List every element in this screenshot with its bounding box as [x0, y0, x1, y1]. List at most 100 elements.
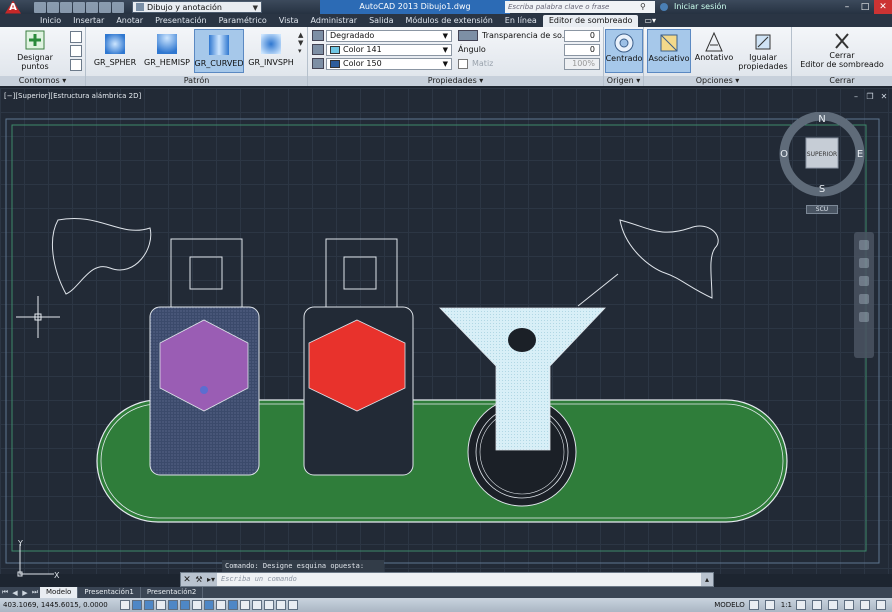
tab-modulos[interactable]: Módulos de extensión — [399, 15, 498, 27]
next-tab-icon[interactable]: ▶ — [20, 589, 30, 597]
pattern-gr-invsph[interactable]: GR_INVSPH — [246, 29, 296, 73]
osnap-icon[interactable] — [180, 600, 190, 610]
prev-tab-icon[interactable]: ◀ — [10, 589, 20, 597]
pattern-gr-curved[interactable]: GR_CURVED — [194, 29, 244, 73]
tab-parametrico[interactable]: Paramétrico — [213, 15, 273, 27]
annotative-button[interactable]: Anotativo — [694, 29, 734, 73]
tint-input[interactable]: 100% — [564, 58, 600, 70]
orbit-icon[interactable] — [859, 294, 869, 304]
transparency-icon[interactable] — [458, 30, 478, 41]
steering-wheel-icon[interactable] — [859, 240, 869, 250]
pattern-gr-hemisp[interactable]: GR_HEMISP — [142, 29, 192, 73]
tab-inicio[interactable]: Inicio — [34, 15, 67, 27]
drawing-canvas[interactable] — [0, 88, 892, 574]
tab-presentacion1[interactable]: Presentación1 — [78, 587, 141, 598]
chevron-down-icon: ▼ — [442, 32, 448, 40]
annotation-visibility-icon[interactable] — [796, 600, 806, 610]
quick-view-drawings-icon[interactable] — [764, 600, 775, 610]
otrack-icon[interactable] — [204, 600, 214, 610]
panel-label-contornos[interactable]: Contornos ▾ — [0, 76, 85, 86]
isolate-objects-icon[interactable] — [860, 600, 870, 610]
annotation-monitor-icon[interactable] — [288, 600, 298, 610]
application-menu-button[interactable]: A — [0, 0, 26, 14]
tab-modelo[interactable]: Modelo — [40, 587, 79, 598]
tab-en-linea[interactable]: En línea — [499, 15, 543, 27]
tab-insertar[interactable]: Insertar — [67, 15, 110, 27]
clean-screen-icon[interactable] — [876, 600, 886, 610]
angle-input[interactable]: 0 — [564, 44, 600, 56]
wcs-menu-button[interactable]: SCU — [806, 205, 838, 214]
open-icon[interactable] — [47, 1, 59, 13]
customize-wrench-icon[interactable]: ⚒ — [193, 575, 205, 584]
viewcube[interactable]: SUPERIOR N S O E — [778, 112, 866, 200]
polar-icon[interactable] — [168, 600, 178, 610]
tint-checkbox[interactable] — [458, 59, 468, 69]
coordinates-readout[interactable]: 403.1069, 1445.6015, 0.0000 — [0, 601, 120, 609]
select-boundary-icon[interactable] — [70, 31, 82, 43]
zoom-icon[interactable] — [859, 276, 869, 286]
search-icon[interactable]: ⚲ — [640, 2, 646, 11]
command-input[interactable]: Escriba un comando — [217, 573, 701, 586]
transparency-toggle-icon[interactable] — [252, 600, 262, 610]
minimize-icon[interactable]: – — [838, 0, 856, 14]
color2-dropdown[interactable]: Color 150 ▼ — [326, 58, 452, 70]
hemisphere-swatch-icon — [157, 34, 177, 54]
snap-icon[interactable] — [132, 600, 142, 610]
model-space-toggle[interactable]: MODELO — [714, 601, 745, 609]
pattern-gr-spher[interactable]: GR_SPHER — [90, 29, 140, 73]
quick-properties-icon[interactable] — [264, 600, 274, 610]
selection-cycling-icon[interactable] — [276, 600, 286, 610]
pan-icon[interactable] — [859, 258, 869, 268]
tab-editor-sombreado[interactable]: Editor de sombreado — [542, 15, 639, 27]
panel-label-propiedades[interactable]: Propiedades ▾ — [308, 76, 603, 86]
new-icon[interactable] — [34, 1, 46, 13]
tab-vista[interactable]: Vista — [273, 15, 305, 27]
recreate-boundary-icon[interactable] — [70, 59, 82, 71]
save-icon[interactable] — [60, 1, 72, 13]
panel-label-opciones[interactable]: Opciones ▾ — [644, 76, 791, 86]
close-command-icon[interactable]: ✕ — [181, 575, 193, 585]
tab-salida[interactable]: Salida — [363, 15, 399, 27]
command-history-icon[interactable]: ▴ — [701, 575, 713, 584]
close-hatch-editor-button[interactable]: Cerrar Editor de sombreado — [794, 29, 890, 73]
save-as-icon[interactable] — [73, 1, 85, 13]
dyn-icon[interactable] — [228, 600, 238, 610]
tab-anotar[interactable]: Anotar — [110, 15, 149, 27]
tab-administrar[interactable]: Administrar — [305, 15, 364, 27]
transparency-input[interactable]: 0 — [564, 30, 600, 42]
remove-boundary-icon[interactable] — [70, 45, 82, 57]
search-input[interactable]: Escriba palabra clave o frase — [505, 1, 655, 13]
grid-icon[interactable] — [144, 600, 154, 610]
hardware-acceleration-icon[interactable] — [844, 600, 854, 610]
hatch-type-dropdown[interactable]: Degradado ▼ — [326, 30, 452, 42]
close-icon[interactable]: ✕ — [874, 0, 892, 14]
redo-icon[interactable] — [112, 1, 124, 13]
tab-presentacion2[interactable]: Presentación2 — [141, 587, 204, 598]
showmotion-icon[interactable] — [859, 312, 869, 322]
match-properties-button[interactable]: Igualar propiedades — [738, 29, 788, 73]
ortho-icon[interactable] — [156, 600, 166, 610]
annotation-scale[interactable]: 1:1 — [781, 601, 792, 609]
maximize-icon[interactable]: □ — [856, 0, 874, 14]
lock-icon[interactable] — [828, 600, 838, 610]
infer-constraints-icon[interactable] — [120, 600, 130, 610]
lineweight-icon[interactable] — [240, 600, 250, 610]
ducs-icon[interactable] — [216, 600, 226, 610]
pattern-scroll-icon[interactable]: ▲ ▼ ▾ — [298, 31, 303, 55]
color1-dropdown[interactable]: Color 141 ▼ — [326, 44, 452, 56]
3d-osnap-icon[interactable] — [192, 600, 202, 610]
first-tab-icon[interactable]: ⏮ — [0, 588, 10, 597]
workspace-dropdown[interactable]: Dibujo y anotación ▼ — [132, 1, 262, 13]
associative-button[interactable]: Asociativo — [647, 29, 691, 73]
undo-icon[interactable] — [99, 1, 111, 13]
last-tab-icon[interactable]: ⏭ — [30, 588, 40, 597]
tab-presentacion[interactable]: Presentación — [149, 15, 213, 27]
signin-button[interactable]: Iniciar sesión — [660, 0, 726, 14]
workspace-switch-icon[interactable] — [812, 600, 822, 610]
plot-icon[interactable] — [86, 1, 98, 13]
quick-view-layouts-icon[interactable] — [748, 600, 759, 610]
panel-label-origen[interactable]: Origen ▾ — [604, 76, 643, 86]
centered-button[interactable]: Centrado — [605, 29, 643, 73]
pick-points-button[interactable]: Designar puntos — [4, 29, 66, 71]
ribbon-options-icon[interactable]: ▭▾ — [638, 15, 662, 27]
